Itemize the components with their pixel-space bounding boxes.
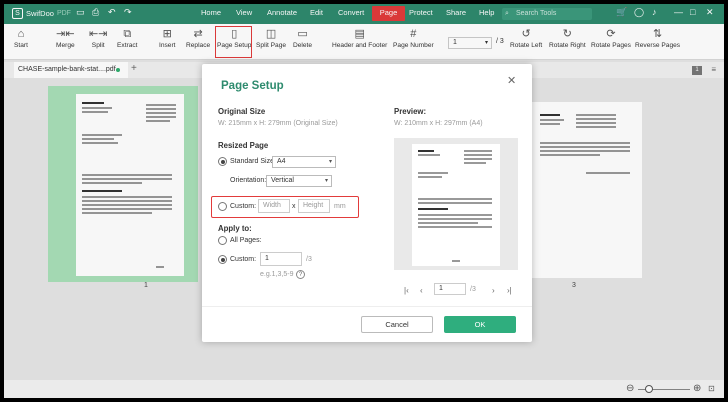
all-pages-label: All Pages: (230, 237, 262, 244)
next-page-icon[interactable]: › (492, 286, 495, 295)
ok-button[interactable]: OK (444, 316, 516, 333)
size-separator: x (292, 203, 296, 210)
apply-to-heading: Apply to: (218, 224, 252, 233)
preview-size: W: 210mm x H: 297mm (A4) (394, 120, 483, 127)
preview-page-value: 1 (439, 285, 443, 292)
orientation-label: Orientation: (230, 177, 267, 184)
last-page-icon[interactable]: ›| (507, 286, 512, 295)
preview-page-total: /3 (470, 286, 476, 293)
prev-page-icon[interactable]: ‹ (420, 286, 423, 295)
dialog-title: Page Setup (221, 80, 284, 92)
width-input[interactable]: Width (258, 199, 290, 213)
standard-size-value: A4 (277, 158, 286, 165)
custom-pages-radio[interactable] (218, 255, 227, 264)
close-icon[interactable]: ✕ (507, 74, 516, 87)
height-placeholder: Height (303, 202, 324, 209)
custom-pages-value: 1 (265, 255, 269, 262)
orientation-select[interactable]: Vertical ▾ (266, 175, 332, 187)
chevron-down-icon: ▾ (328, 159, 332, 165)
resized-page-heading: Resized Page (218, 141, 269, 150)
custom-pages-input[interactable]: 1 (260, 252, 302, 266)
custom-size-label: Custom: (230, 203, 257, 210)
chevron-down-icon: ▾ (324, 178, 328, 184)
all-pages-radio[interactable] (218, 236, 227, 245)
page-setup-dialog: Page Setup ✕ Original Size W: 215mm x H:… (202, 64, 532, 342)
dialog-footer-divider (202, 306, 532, 307)
preview-sheet (412, 144, 500, 266)
preview-area (394, 138, 518, 270)
width-placeholder: Width (263, 202, 281, 209)
preview-page-input[interactable]: 1 (434, 283, 466, 295)
help-icon[interactable]: ? (296, 270, 305, 279)
standard-size-label: Standard Size: (230, 158, 276, 165)
standard-size-radio[interactable] (218, 157, 227, 166)
standard-size-select[interactable]: A4 ▾ (272, 156, 336, 168)
unit-label: mm (334, 203, 346, 210)
orientation-value: Vertical (271, 177, 294, 184)
height-input[interactable]: Height (298, 199, 330, 213)
first-page-icon[interactable]: |‹ (404, 286, 409, 295)
custom-pages-total: /3 (306, 256, 312, 263)
preview-heading: Preview: (394, 107, 427, 116)
app-window: S SwifDoo PDF ▭ ⎙ ↶ ↷ Home View Annotate… (4, 4, 724, 398)
original-size-heading: Original Size (218, 107, 266, 116)
custom-pages-hint: e.g.1,3,5-9 (260, 271, 294, 278)
original-size-value: W: 215mm x H: 279mm (Original Size) (218, 120, 338, 127)
custom-pages-label: Custom: (230, 256, 257, 263)
custom-size-radio[interactable] (218, 202, 227, 211)
cancel-button[interactable]: Cancel (361, 316, 433, 333)
